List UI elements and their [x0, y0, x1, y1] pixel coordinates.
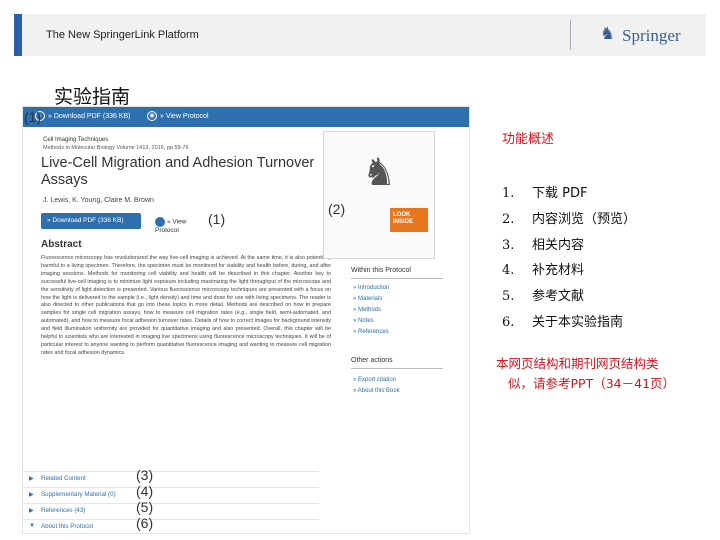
logo-text: Springer [622, 26, 681, 45]
feature-item: 6. 关于本实验指南 [502, 314, 624, 330]
springer-logo[interactable]: ♞ Springer [600, 22, 700, 48]
other-actions-heading: Other actions [351, 357, 393, 364]
within-item-methods[interactable]: » Methods [353, 307, 381, 313]
top-view-link[interactable]: ◉» View Protocol [147, 111, 209, 121]
note-line-2: 似，请参考PPT（34－41页） [508, 376, 676, 391]
features-title: 功能概述 [502, 132, 555, 147]
top-download-link[interactable]: ↓» Download PDF (336 KB) [35, 111, 130, 121]
series-subtitle: Methods in Molecular Biology Volume 1413… [43, 145, 189, 151]
knight-icon: ♞ [362, 150, 397, 194]
marker-1-mid: (1) [208, 211, 226, 227]
feature-item: 2. 内容浏览（预览） [502, 211, 637, 227]
note-line-1: 本网页结构和期刊网页结构类 [496, 356, 659, 371]
supplementary-material-row[interactable]: ▶ Supplementary Material (0) [23, 487, 319, 501]
feature-item: 1. 下载 PDF [502, 186, 588, 201]
within-item-introduction[interactable]: » Introduction [353, 285, 389, 291]
springer-horse-icon: ♞ [600, 24, 616, 44]
abstract-text: Fluorescence microscopy has revolutioniz… [41, 255, 331, 356]
about-book-link[interactable]: » About this Book [353, 388, 400, 394]
look-inside-badge[interactable]: LOOK INSIDE [390, 208, 428, 232]
about-protocol-row[interactable]: ▼ About this Protocol [23, 519, 319, 533]
related-content-row[interactable]: ▶ Related Content [23, 471, 319, 485]
feature-item: 5. 参考文献 [502, 289, 585, 305]
marker-1-top: (1) [24, 109, 42, 125]
book-cover[interactable]: ♞ LOOK INSIDE [323, 131, 435, 259]
top-action-bar: ↓» Download PDF (336 KB) ◉» View Protoco… [23, 107, 469, 127]
export-citation-link[interactable]: » Export citation [353, 377, 396, 383]
within-item-references[interactable]: » References [353, 329, 389, 335]
marker-6: (6) [136, 515, 154, 531]
marker-5: (5) [136, 499, 154, 515]
header-band: The New SpringerLink Platform ♞ Springer [14, 14, 706, 56]
protocol-title: Live-Cell Migration and Adhesion Turnove… [41, 155, 315, 188]
divider [351, 368, 443, 369]
within-item-materials[interactable]: » Materials [353, 296, 382, 302]
header-accent-bar [14, 14, 22, 56]
marker-2: (2) [328, 201, 346, 217]
structure-note: 本网页结构和期刊网页结构类 似，请参考PPT（34－41页） [496, 354, 716, 394]
protocol-authors[interactable]: J. Lewis, K. Young, Claire M. Brown [43, 197, 154, 204]
chevron-right-icon: ▶ [29, 492, 34, 498]
references-row[interactable]: ▶ References (43) [23, 503, 319, 517]
feature-item: 4. 补充材料 [502, 263, 585, 279]
within-item-notes[interactable]: » Notes [353, 318, 374, 324]
feature-item: 3. 相关内容 [502, 237, 585, 253]
divider [351, 278, 443, 279]
features-list: 1. 下载 PDF 2. 内容浏览（预览） 3. 相关内容 4. 补充材料 5. 参考文献… [502, 182, 636, 337]
protocol-page-screenshot: ↓» Download PDF (336 KB) ◉» View Protoco… [22, 106, 470, 534]
header-title: The New SpringerLink Platform [46, 29, 199, 41]
series-name[interactable]: Cell Imaging Techniques [43, 137, 108, 143]
chevron-right-icon: ▶ [29, 476, 34, 482]
within-protocol-heading: Within this Protocol [351, 267, 411, 274]
abstract-heading: Abstract [41, 239, 82, 250]
chevron-down-icon: ▼ [29, 523, 35, 529]
view-protocol-button[interactable]: » View Protocol [149, 213, 209, 234]
header-divider [570, 20, 571, 50]
download-pdf-button[interactable]: » Download PDF (336 KB) [41, 213, 141, 229]
eye-icon: ◉ [147, 111, 157, 121]
marker-3: (3) [136, 467, 154, 483]
marker-4: (4) [136, 483, 154, 499]
section-title: 实验指南 [54, 86, 131, 108]
chevron-right-icon: ▶ [29, 508, 34, 514]
eye-icon [155, 217, 165, 227]
